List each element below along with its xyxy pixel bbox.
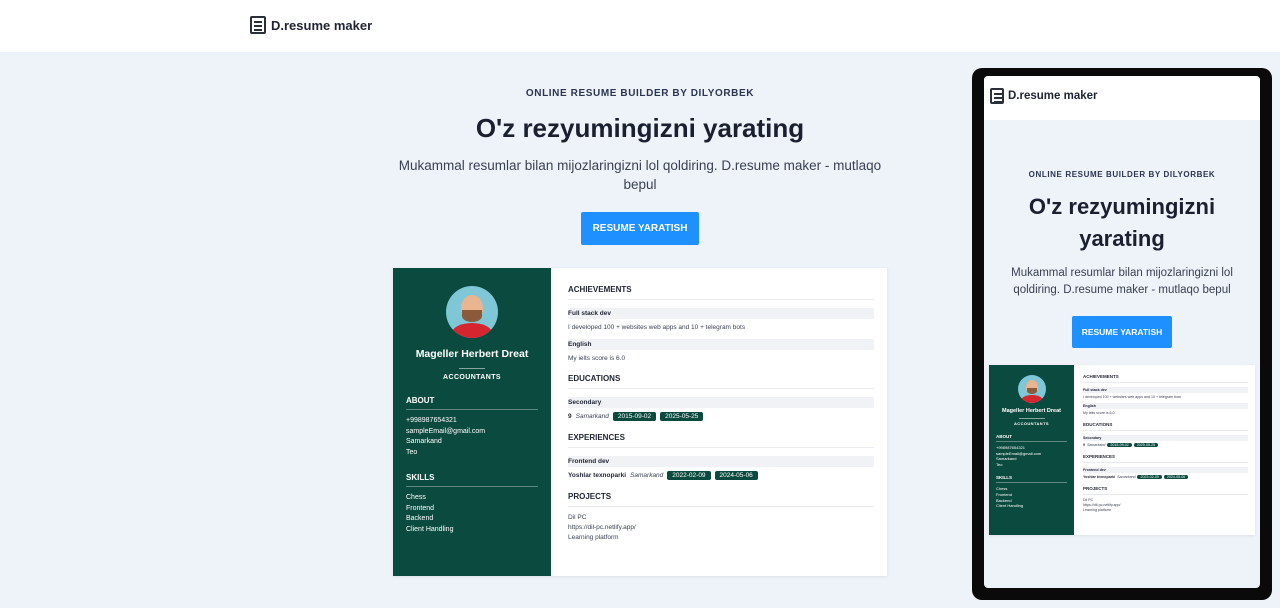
skill-item: Client Handling xyxy=(406,525,454,533)
achievement-title: Full stack dev xyxy=(1083,387,1248,393)
tablet-resume-main: ACHIEVEMENTS Full stack dev I developed … xyxy=(1074,365,1255,535)
about-city: Samarkand xyxy=(406,438,442,445)
tablet-preview: D.resume maker ONLINE RESUME BUILDER BY … xyxy=(972,68,1272,600)
resume-role: ACCOUNTANTS xyxy=(406,368,538,381)
education-start-date: 2015-09-02 xyxy=(612,412,657,421)
document-icon xyxy=(250,16,266,34)
skill-item: Chess xyxy=(406,494,426,501)
tablet-hero-eyebrow: ONLINE RESUME BUILDER BY DILYORBEK xyxy=(1028,170,1216,179)
experience-row: Yoshlar texnoparki Samarkand 2022-02-09 … xyxy=(1083,475,1248,479)
skill-item: Client Handling xyxy=(996,503,1024,509)
projects-heading: PROJECTS xyxy=(1083,486,1248,495)
about-extra: Teo xyxy=(406,448,418,456)
educations-heading: EDUCATIONS xyxy=(568,374,874,389)
about-extra: Teo xyxy=(996,461,1003,467)
tablet-hero-title: O'z rezyumingizni yarating xyxy=(1028,194,1216,251)
tablet-logo[interactable]: D.resume maker xyxy=(990,88,1098,104)
skill-item: Backend xyxy=(406,515,434,522)
achievement-title: Full stack dev xyxy=(568,308,874,319)
resume-main: ACHIEVEMENTS Full stack dev I developed … xyxy=(551,268,887,576)
hero-subtitle: Mukammal resumlar bilan mijozlaringizni … xyxy=(398,158,882,192)
education-school: 9 xyxy=(1083,443,1085,447)
experience-title: Frontend dev xyxy=(568,456,874,467)
project-description: Learning platform xyxy=(1083,508,1111,512)
education-end-date: 2025-05-25 xyxy=(660,412,704,421)
resume-name: Mageller Herbert Dreat xyxy=(1002,408,1061,414)
experience-start-date: 2022-02-09 xyxy=(1137,475,1162,479)
project-name: Dil PC xyxy=(568,514,587,521)
projects-list: Dil PC https://dil-pc.netlify.app/ Learn… xyxy=(1083,498,1248,513)
experience-start-date: 2022-02-09 xyxy=(667,471,711,480)
experience-city: Samarkand xyxy=(1117,475,1136,479)
achievement-title: English xyxy=(568,339,874,350)
project-description: Learning platform xyxy=(568,534,619,541)
experience-company: Yoshlar texnoparki xyxy=(1083,475,1116,479)
about-phone: +998987654321 xyxy=(406,417,457,424)
education-row: 9 Samarkand 2015-09-02 2025-05-25 xyxy=(568,412,874,421)
experiences-heading: EXPERIENCES xyxy=(1083,454,1248,463)
tablet-create-resume-button[interactable]: RESUME YARATISH xyxy=(1071,316,1173,348)
education-school: 9 xyxy=(568,413,572,420)
top-navbar: D.resume maker xyxy=(0,0,1280,52)
experience-end-date: 2024-05-06 xyxy=(1163,475,1189,479)
achievement-text: I developed 100 + websites web apps and … xyxy=(568,324,746,331)
resume-role: ACCOUNTANTS xyxy=(996,418,1067,426)
skill-item: Frontend xyxy=(406,504,435,512)
resume-sidebar: Mageller Herbert Dreat ACCOUNTANTS ABOUT… xyxy=(393,268,551,576)
achievement-title: English xyxy=(1083,403,1248,409)
projects-list: Dil PC https://dil-pc.netlify.app/ Learn… xyxy=(568,513,874,543)
logo-text: D.resume maker xyxy=(271,17,373,33)
tablet-logo-text: D.resume maker xyxy=(1008,90,1098,102)
education-title: Secondary xyxy=(568,397,874,408)
avatar xyxy=(446,286,498,338)
tablet-resume-preview: Mageller Herbert Dreat ACCOUNTANTS ABOUT… xyxy=(989,365,1255,535)
skills-heading: SKILLS xyxy=(406,473,538,487)
tablet-hero: ONLINE RESUME BUILDER BY DILYORBEK O'z r… xyxy=(984,170,1260,348)
achievements-heading: ACHIEVEMENTS xyxy=(1083,374,1248,383)
education-row: 9 Samarkand 2015-09-02 2025-05-25 xyxy=(1083,443,1248,447)
education-city: Samarkand xyxy=(575,413,609,420)
hero-eyebrow: ONLINE RESUME BUILDER BY DILYORBEK xyxy=(525,88,755,99)
tablet-navbar: D.resume maker xyxy=(984,76,1260,120)
about-heading: ABOUT xyxy=(406,396,538,410)
achievement-text: My ielts score is 6.0 xyxy=(1083,411,1115,415)
achievements-heading: ACHIEVEMENTS xyxy=(568,285,874,300)
tablet-resume-sidebar: Mageller Herbert Dreat ACCOUNTANTS ABOUT… xyxy=(989,365,1074,535)
tablet-screen: D.resume maker ONLINE RESUME BUILDER BY … xyxy=(984,76,1260,588)
hero-section: ONLINE RESUME BUILDER BY DILYORBEK O'z r… xyxy=(390,88,890,245)
experience-end-date: 2024-05-06 xyxy=(714,471,758,480)
achievement-text: I developed 100 + websites web apps and … xyxy=(1083,395,1181,399)
experience-city: Samarkand xyxy=(630,472,664,479)
tablet-hero-subtitle: Mukammal resumlar bilan mijozlaringizni … xyxy=(1011,267,1233,296)
education-title: Secondary xyxy=(1083,435,1248,441)
avatar xyxy=(1017,375,1046,403)
project-link[interactable]: https://dil-pc.netlify.app/ xyxy=(568,523,874,533)
create-resume-button[interactable]: RESUME YARATISH xyxy=(580,212,700,245)
about-email: sampleEmail@gmail.com xyxy=(406,427,486,435)
skills-heading: SKILLS xyxy=(996,475,1067,484)
resume-preview: Mageller Herbert Dreat ACCOUNTANTS ABOUT… xyxy=(393,268,887,576)
educations-heading: EDUCATIONS xyxy=(1083,422,1248,431)
education-start-date: 2015-09-02 xyxy=(1107,443,1132,447)
education-city: Samarkand xyxy=(1087,443,1106,447)
about-heading: ABOUT xyxy=(996,434,1067,442)
education-end-date: 2025-05-25 xyxy=(1133,443,1159,447)
hero-title: O'z rezyumingizni yarating xyxy=(475,113,805,143)
document-icon xyxy=(990,88,1004,104)
experiences-heading: EXPERIENCES xyxy=(568,433,874,448)
experience-company: Yoshlar texnoparki xyxy=(568,472,627,479)
resume-name: Mageller Herbert Dreat xyxy=(415,348,529,360)
achievement-text: My ielts score is 6.0 xyxy=(568,355,626,362)
projects-heading: PROJECTS xyxy=(568,492,874,507)
logo[interactable]: D.resume maker xyxy=(250,16,372,34)
experience-title: Frontend dev xyxy=(1083,467,1248,473)
experience-row: Yoshlar texnoparki Samarkand 2022-02-09 … xyxy=(568,471,874,480)
